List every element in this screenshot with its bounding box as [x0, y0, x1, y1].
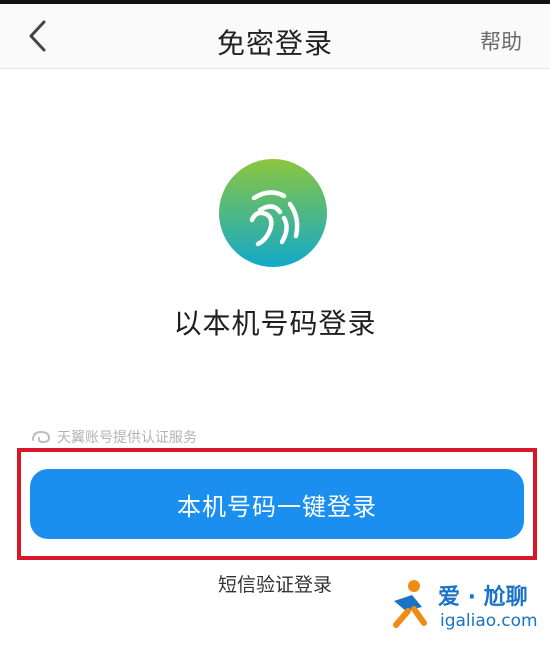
provider-text: 天翼账号提供认证服务 [57, 430, 197, 446]
tianyi-logo-icon [32, 430, 51, 444]
watermark: 爱 · 尬聊 igaliao.com [384, 577, 544, 637]
login-title: 以本机号码登录 [173, 307, 377, 340]
nav-bar: 免密登录 帮助 [0, 4, 550, 69]
runner-logo-icon [393, 580, 427, 628]
watermark-url: igaliao.com [440, 611, 538, 631]
one-click-login-button[interactable]: 本机号码一键登录 [30, 469, 524, 539]
provider-note: 天翼账号提供认证服务 [30, 427, 197, 447]
watermark-brand: 爱 · 尬聊 [438, 585, 528, 610]
page-title: 免密登录 [216, 27, 333, 60]
fingerprint-logo-icon [219, 159, 327, 267]
help-link[interactable]: 帮助 [480, 26, 522, 56]
